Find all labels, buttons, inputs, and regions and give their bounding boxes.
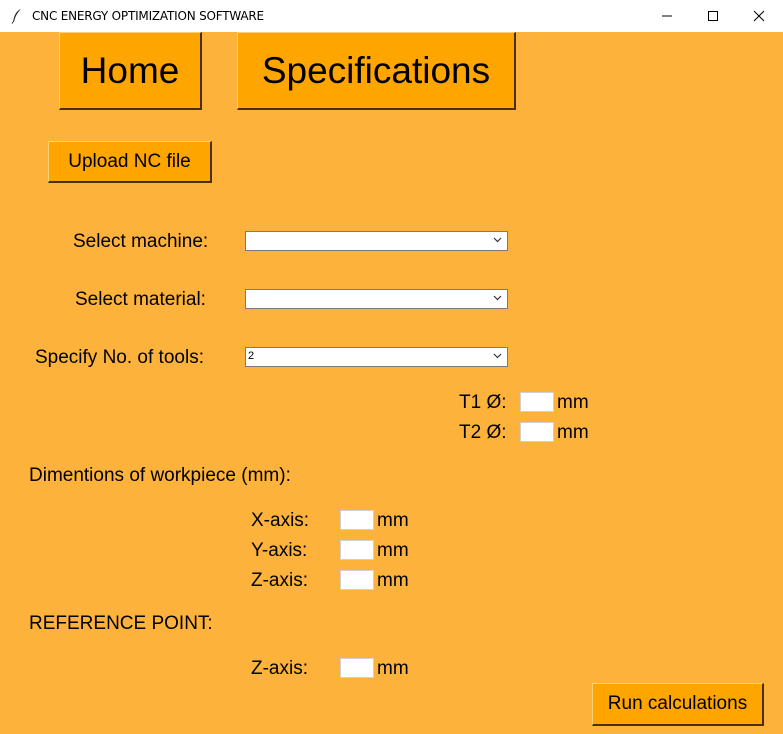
title-bar: CNC ENERGY OPTIMIZATION SOFTWARE <box>0 0 783 33</box>
minimize-button[interactable] <box>644 0 690 32</box>
t1-diameter-label: T1 Ø: <box>459 392 507 413</box>
x-axis-unit: mm <box>377 510 409 531</box>
maximize-icon <box>708 11 718 21</box>
chevron-down-icon <box>493 353 502 359</box>
z-axis-label: Z-axis: <box>251 570 308 591</box>
reference-point-heading: REFERENCE POINT: <box>29 613 213 634</box>
run-calculations-button[interactable]: Run calculations <box>592 683 764 726</box>
x-axis-input[interactable] <box>340 510 374 530</box>
z-axis-unit: mm <box>377 570 409 591</box>
reference-z-axis-input[interactable] <box>340 658 374 678</box>
home-button[interactable]: Home <box>59 32 202 110</box>
reference-z-axis-label: Z-axis: <box>251 658 308 679</box>
close-button[interactable] <box>736 0 782 32</box>
close-icon <box>753 10 765 22</box>
maximize-button[interactable] <box>690 0 736 32</box>
t1-diameter-input[interactable] <box>520 392 554 412</box>
upload-nc-file-button[interactable]: Upload NC file <box>48 141 212 183</box>
tools-count-value: 2 <box>248 350 255 362</box>
chevron-down-icon <box>493 237 502 243</box>
x-axis-label: X-axis: <box>251 510 310 531</box>
select-material-label: Select material: <box>75 289 206 310</box>
t2-unit: mm <box>557 422 589 443</box>
t2-diameter-input[interactable] <box>520 422 554 442</box>
material-select[interactable] <box>245 289 508 309</box>
y-axis-input[interactable] <box>340 540 374 560</box>
reference-z-axis-unit: mm <box>377 658 409 679</box>
window-title: CNC ENERGY OPTIMIZATION SOFTWARE <box>32 9 264 23</box>
specifications-button[interactable]: Specifications <box>237 32 516 110</box>
t2-diameter-label: T2 Ø: <box>459 422 507 443</box>
machine-select[interactable] <box>245 231 508 251</box>
chevron-down-icon <box>493 295 502 301</box>
feather-icon <box>11 9 21 24</box>
t1-unit: mm <box>557 392 589 413</box>
specify-tools-label: Specify No. of tools: <box>35 347 204 368</box>
z-axis-input[interactable] <box>340 570 374 590</box>
y-axis-label: Y-axis: <box>251 540 308 561</box>
tools-count-select[interactable]: 2 <box>245 347 508 367</box>
minimize-icon <box>662 15 672 17</box>
select-machine-label: Select machine: <box>73 231 209 252</box>
workpiece-dimensions-heading: Dimentions of workpiece (mm): <box>29 465 291 486</box>
main-window-body: Home Specifications Upload NC file Selec… <box>0 32 783 734</box>
y-axis-unit: mm <box>377 540 409 561</box>
